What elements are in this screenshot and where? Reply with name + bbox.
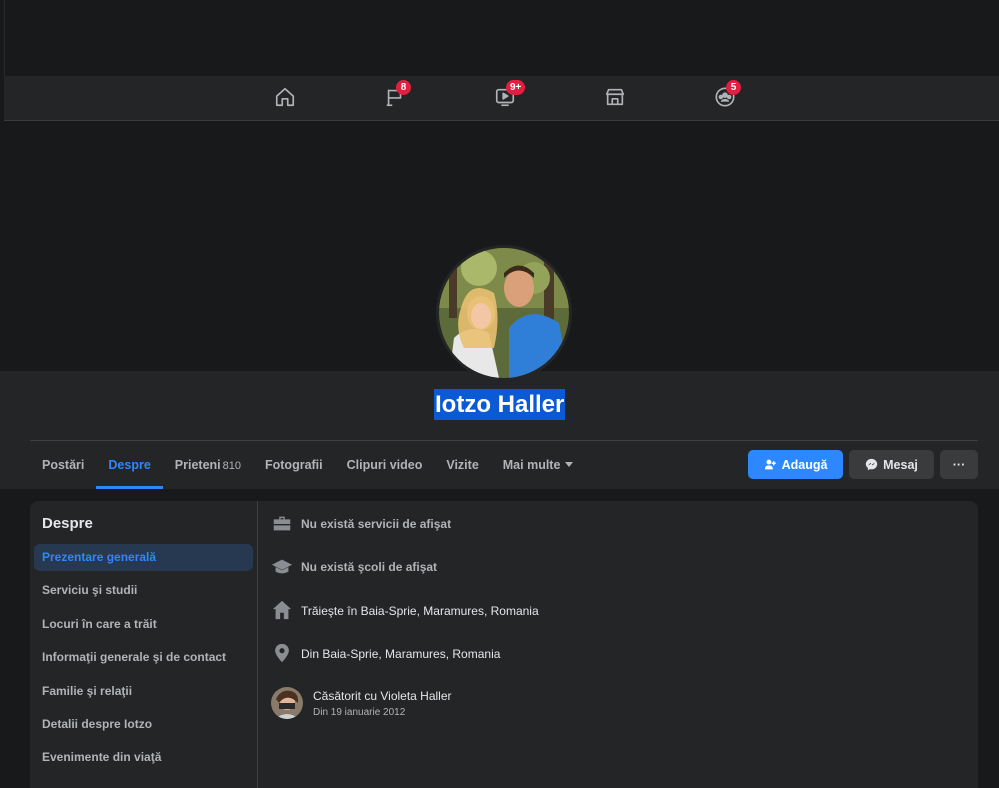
about-card: Despre Prezentare generală Serviciu şi s… [30, 501, 978, 788]
relationship-text[interactable]: Căsătorit cu Violeta Haller [313, 689, 452, 703]
messenger-icon [865, 458, 878, 471]
home-icon[interactable] [274, 86, 298, 110]
top-header-area [4, 0, 999, 76]
add-friend-button[interactable]: Adaugă [748, 450, 843, 479]
add-friend-label: Adaugă [781, 457, 828, 472]
more-options-icon: ··· [952, 457, 966, 472]
pages-flag-icon[interactable]: 8 [384, 80, 411, 110]
tab-checkins[interactable]: Vizite [434, 441, 490, 489]
profile-tabs: Postări Despre Prieteni 810 Fotografii Cl… [30, 441, 585, 489]
message-button[interactable]: Mesaj [849, 450, 934, 479]
home-house-icon [271, 599, 293, 621]
about-menu-work-education[interactable]: Serviciu şi studii [34, 577, 253, 604]
work-info-text: Nu există servicii de afişat [301, 517, 452, 531]
current-city-text: Trăieşte în Baia-Sprie, Maramures, Roman… [301, 604, 539, 618]
profile-name: Iotzo Haller [434, 389, 566, 420]
tab-videos[interactable]: Clipuri video [335, 441, 435, 489]
tab-label: Vizite [446, 458, 479, 472]
tab-friends[interactable]: Prieteni 810 [163, 441, 253, 489]
education-cap-icon [271, 556, 293, 578]
education-info-text: Nu există şcoli de afişat [301, 560, 438, 574]
about-sidebar: Despre Prezentare generală Serviciu şi s… [30, 501, 258, 788]
friends-count: 810 [222, 460, 241, 472]
tab-about[interactable]: Despre [96, 441, 164, 489]
groups-icon[interactable]: 5 [714, 80, 741, 110]
about-menu-overview[interactable]: Prezentare generală [34, 544, 253, 571]
relationship-since-text: Din 19 ianuarie 2012 [313, 707, 406, 718]
about-menu-contact-info[interactable]: Informaţii generale şi de contact [34, 644, 253, 671]
watch-video-icon[interactable]: 9+ [494, 80, 526, 110]
about-menu-details[interactable]: Detalii despre Iotzo [34, 711, 253, 738]
more-options-button[interactable]: ··· [940, 450, 978, 479]
about-title: Despre [42, 515, 93, 532]
tab-label: Mai multe [502, 458, 561, 472]
profile-avatar[interactable] [436, 245, 572, 381]
about-menu-life-events[interactable]: Evenimente din viaţă [34, 744, 253, 771]
spouse-avatar[interactable] [271, 687, 303, 719]
tab-label: Prieteni [174, 458, 221, 472]
marketplace-icon[interactable] [604, 86, 628, 110]
tab-label: Fotografii [265, 458, 323, 472]
tab-more[interactable]: Mai multe [491, 441, 586, 489]
message-label: Mesaj [883, 457, 918, 472]
location-pin-icon [271, 642, 293, 664]
hometown-text: Din Baia-Sprie, Maramures, Romania [301, 647, 501, 661]
notification-badge: 8 [396, 80, 411, 95]
about-menu-places-lived[interactable]: Locuri în care a trăit [34, 611, 253, 638]
tab-label: Despre [108, 458, 151, 472]
chevron-down-icon [565, 462, 574, 468]
work-briefcase-icon [271, 513, 293, 535]
tab-posts[interactable]: Postări [30, 441, 96, 489]
tab-label: Clipuri video [346, 458, 423, 472]
main-nav-bar: 8 9+ 5 [4, 76, 999, 121]
add-friend-icon [764, 459, 776, 470]
tab-label: Postări [42, 458, 85, 472]
about-menu-family[interactable]: Familie şi relaţii [34, 678, 253, 705]
tab-photos[interactable]: Fotografii [253, 441, 335, 489]
notification-badge: 9+ [506, 80, 526, 95]
notification-badge: 5 [726, 80, 741, 95]
